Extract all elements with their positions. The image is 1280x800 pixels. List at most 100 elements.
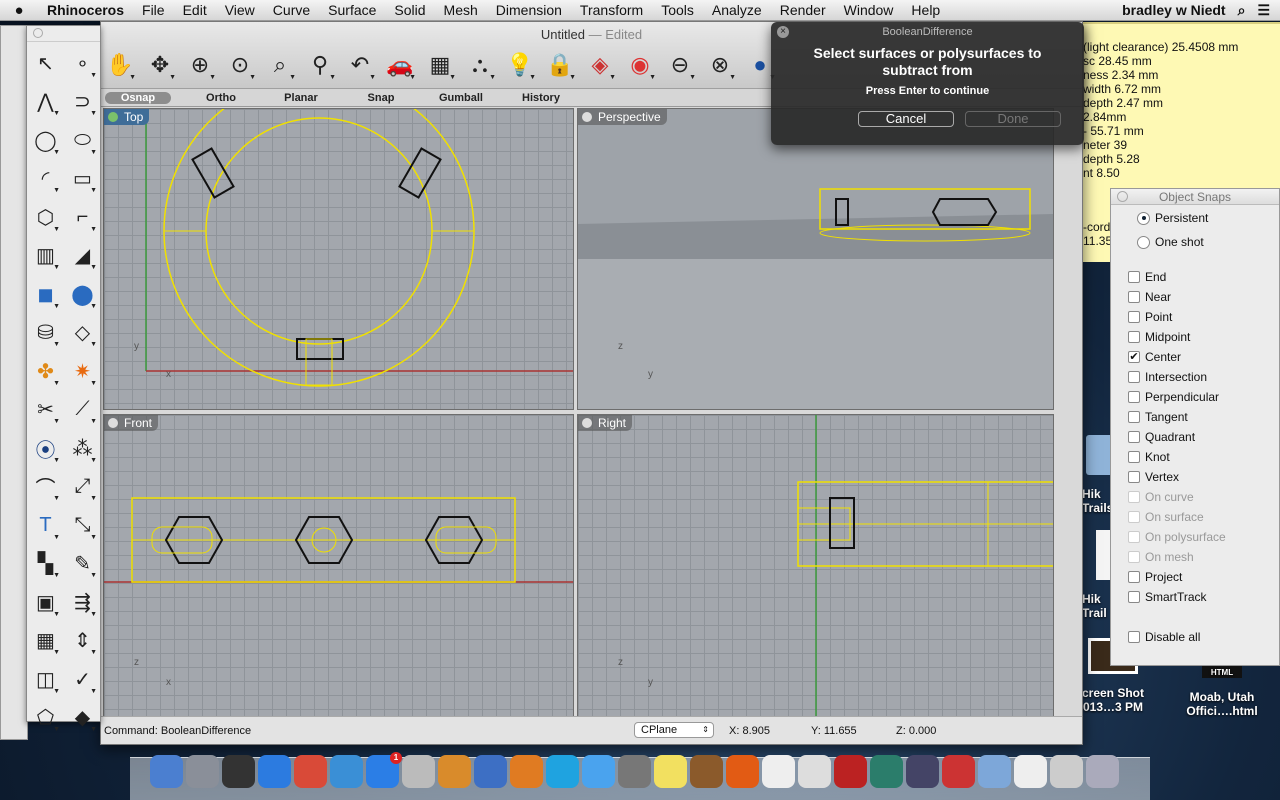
curve-icon[interactable]: ⊃ ▼ bbox=[64, 83, 101, 122]
checkbox[interactable] bbox=[1128, 571, 1140, 583]
cancel-button[interactable]: Cancel bbox=[858, 111, 954, 127]
checkbox[interactable] bbox=[1128, 371, 1140, 383]
menu-app[interactable]: Rhinoceros bbox=[38, 2, 133, 18]
scale-icon[interactable]: ⤡ ▼ bbox=[64, 506, 101, 545]
sphere-icon[interactable]: ⬤ ▼ bbox=[64, 275, 101, 314]
dock-safari-icon[interactable] bbox=[330, 755, 363, 788]
command-line[interactable]: Command: BooleanDifference bbox=[104, 725, 251, 737]
join-icon[interactable]: ✤ ▼ bbox=[27, 352, 64, 391]
snap-smarttrack[interactable]: SmartTrack bbox=[1128, 590, 1207, 604]
dock-calendar-icon[interactable] bbox=[762, 755, 795, 788]
ellipse-icon[interactable]: ⬭ ▼ bbox=[64, 121, 101, 160]
dock-rhino-icon[interactable] bbox=[402, 755, 435, 788]
menu-render[interactable]: Render bbox=[771, 2, 835, 18]
menu-help[interactable]: Help bbox=[902, 2, 949, 18]
car-icon[interactable]: 🚗 ▼ bbox=[381, 46, 419, 84]
tab-history[interactable]: History bbox=[501, 92, 581, 104]
notifications-icon[interactable]: ☰ bbox=[1257, 2, 1270, 19]
dock-trash-icon[interactable] bbox=[1086, 755, 1119, 788]
menu-mesh[interactable]: Mesh bbox=[435, 2, 487, 18]
spotlight-icon[interactable]: ⌕ bbox=[1238, 2, 1246, 19]
grid-array-icon[interactable]: ▦ ▼ bbox=[27, 622, 64, 661]
tab-snap[interactable]: Snap bbox=[341, 92, 421, 104]
analyze-icon[interactable]: ⇶ ▼ bbox=[64, 583, 101, 622]
plane-surface-icon[interactable]: ◇ ▼ bbox=[64, 314, 101, 353]
menu-transform[interactable]: Transform bbox=[571, 2, 652, 18]
snap-tangent[interactable]: Tangent bbox=[1128, 410, 1188, 424]
lock-icon[interactable]: 🔒 ▼ bbox=[541, 46, 579, 84]
rectangle-icon[interactable]: ▭ ▼ bbox=[64, 160, 101, 199]
dock-stickies-icon[interactable] bbox=[654, 755, 687, 788]
dock-system-preferences-icon[interactable] bbox=[618, 755, 651, 788]
viewport-top[interactable]: yx Top bbox=[103, 108, 574, 410]
menu-window[interactable]: Window bbox=[835, 2, 903, 18]
offset-icon[interactable]: ⌒ ▼ bbox=[27, 468, 64, 507]
arc-icon[interactable]: ◜ ▼ bbox=[27, 160, 64, 199]
boolean-icon[interactable]: ⦿ ▼ bbox=[27, 429, 64, 468]
loft-icon[interactable]: ◢ ▼ bbox=[64, 237, 101, 276]
polyline-icon[interactable]: ⋀ ▼ bbox=[27, 83, 64, 122]
trim-icon[interactable]: ✂ ▼ bbox=[27, 391, 64, 430]
snap-midpoint[interactable]: Midpoint bbox=[1128, 330, 1190, 344]
split-icon[interactable]: ⟋ ▼ bbox=[64, 391, 101, 430]
dock-itunes-icon[interactable] bbox=[258, 755, 291, 788]
dock-photo-booth-icon[interactable] bbox=[834, 755, 867, 788]
viewport-right[interactable]: zy Right bbox=[577, 414, 1054, 717]
group-icon[interactable]: ▚ ▼ bbox=[27, 545, 64, 584]
box-icon[interactable]: ◼ ▼ bbox=[27, 275, 64, 314]
snap-knot[interactable]: Knot bbox=[1128, 450, 1170, 464]
checkbox[interactable] bbox=[1128, 331, 1140, 343]
viewport-front[interactable]: zx Front bbox=[103, 414, 574, 717]
mesh-icon[interactable]: ⬠ ▼ bbox=[27, 699, 64, 738]
dock-reminders-icon[interactable] bbox=[798, 755, 831, 788]
light-icon[interactable]: 💡 ▼ bbox=[501, 46, 539, 84]
snap-project[interactable]: Project bbox=[1128, 570, 1182, 584]
checkbox[interactable] bbox=[1128, 391, 1140, 403]
checkbox[interactable] bbox=[1128, 491, 1140, 503]
checkbox[interactable] bbox=[1128, 411, 1140, 423]
dock-dashboard-icon[interactable] bbox=[222, 755, 255, 788]
dock-solitaire-icon[interactable] bbox=[942, 755, 975, 788]
menu-dimension[interactable]: Dimension bbox=[487, 2, 571, 18]
dock-word-icon[interactable] bbox=[474, 755, 507, 788]
menu-tools[interactable]: Tools bbox=[652, 2, 703, 18]
zoom-selected-icon[interactable]: ⚲ ▼ bbox=[301, 46, 339, 84]
checkbox[interactable]: ✔ bbox=[1128, 351, 1140, 363]
snap-intersection[interactable]: Intersection bbox=[1128, 370, 1207, 384]
snap-on-mesh[interactable]: On mesh bbox=[1128, 550, 1194, 564]
layer-icon[interactable]: ◈ ▼ bbox=[581, 46, 619, 84]
menu-edit[interactable]: Edit bbox=[174, 2, 216, 18]
snap-mode-persistent[interactable]: Persistent bbox=[1111, 211, 1208, 225]
snap-vertex[interactable]: Vertex bbox=[1128, 470, 1179, 484]
snap-end[interactable]: End bbox=[1128, 270, 1166, 284]
snap-quadrant[interactable]: Quadrant bbox=[1128, 430, 1195, 444]
snaps-title-bar[interactable]: Object Snaps bbox=[1111, 189, 1279, 205]
checkbox[interactable] bbox=[1128, 591, 1140, 603]
checkbox[interactable] bbox=[1128, 291, 1140, 303]
dock-book-icon[interactable] bbox=[906, 755, 939, 788]
zoom-extents-icon[interactable]: ⌕ ▼ bbox=[261, 46, 299, 84]
tab-ortho[interactable]: Ortho bbox=[181, 92, 261, 104]
viewport-perspective[interactable]: zy Perspective bbox=[577, 108, 1054, 410]
cplane-select[interactable]: CPlane ⇕ bbox=[634, 722, 714, 738]
menu-solid[interactable]: Solid bbox=[385, 2, 434, 18]
menu-curve[interactable]: Curve bbox=[264, 2, 319, 18]
checkbox[interactable] bbox=[1128, 511, 1140, 523]
dock-launchpad-icon[interactable] bbox=[186, 755, 219, 788]
snap-mode-one-shot[interactable]: One shot bbox=[1111, 235, 1204, 249]
snap-near[interactable]: Near bbox=[1128, 290, 1171, 304]
dock-audacity-icon[interactable] bbox=[726, 755, 759, 788]
zoom-in-out-icon[interactable]: ⊕ ▼ bbox=[181, 46, 219, 84]
user-name[interactable]: bradley w Niedt bbox=[1122, 2, 1225, 18]
dock-time-machine-icon[interactable] bbox=[870, 755, 903, 788]
menu-file[interactable]: File bbox=[133, 2, 174, 18]
zoom-window-icon[interactable]: ⊙ ▼ bbox=[221, 46, 259, 84]
done-button[interactable]: Done bbox=[965, 111, 1061, 127]
radio-button[interactable] bbox=[1137, 235, 1150, 249]
snap-perpendicular[interactable]: Perpendicular bbox=[1128, 390, 1219, 404]
explode-icon[interactable]: ✷ ▼ bbox=[64, 352, 101, 391]
checkbox[interactable] bbox=[1128, 271, 1140, 283]
fillet-curve-icon[interactable]: ⌐ ▼ bbox=[64, 198, 101, 237]
surface-icon[interactable]: ▥ ▼ bbox=[27, 237, 64, 276]
checkbox[interactable] bbox=[1128, 531, 1140, 543]
